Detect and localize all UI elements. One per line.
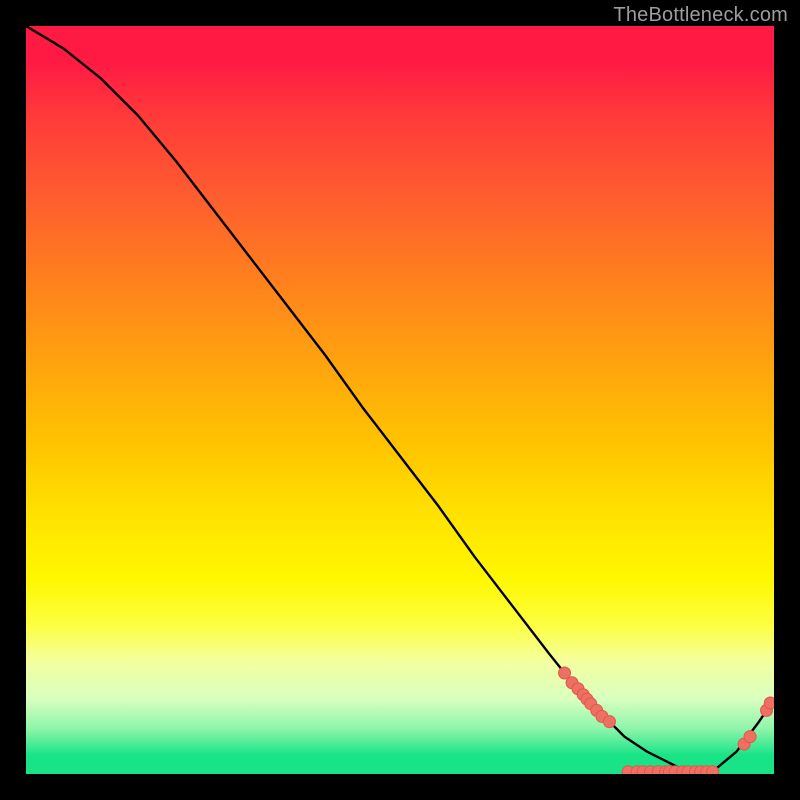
attribution-text: TheBottleneck.com: [613, 4, 788, 27]
data-marker: [603, 716, 615, 728]
plot-area: [26, 26, 774, 774]
marker-group: [559, 667, 774, 774]
bottleneck-curve: [26, 26, 774, 774]
data-marker: [744, 731, 756, 743]
chart-svg: [26, 26, 774, 774]
data-marker: [764, 697, 774, 709]
chart-stage: TheBottleneck.com: [0, 0, 800, 800]
data-marker: [707, 766, 719, 774]
